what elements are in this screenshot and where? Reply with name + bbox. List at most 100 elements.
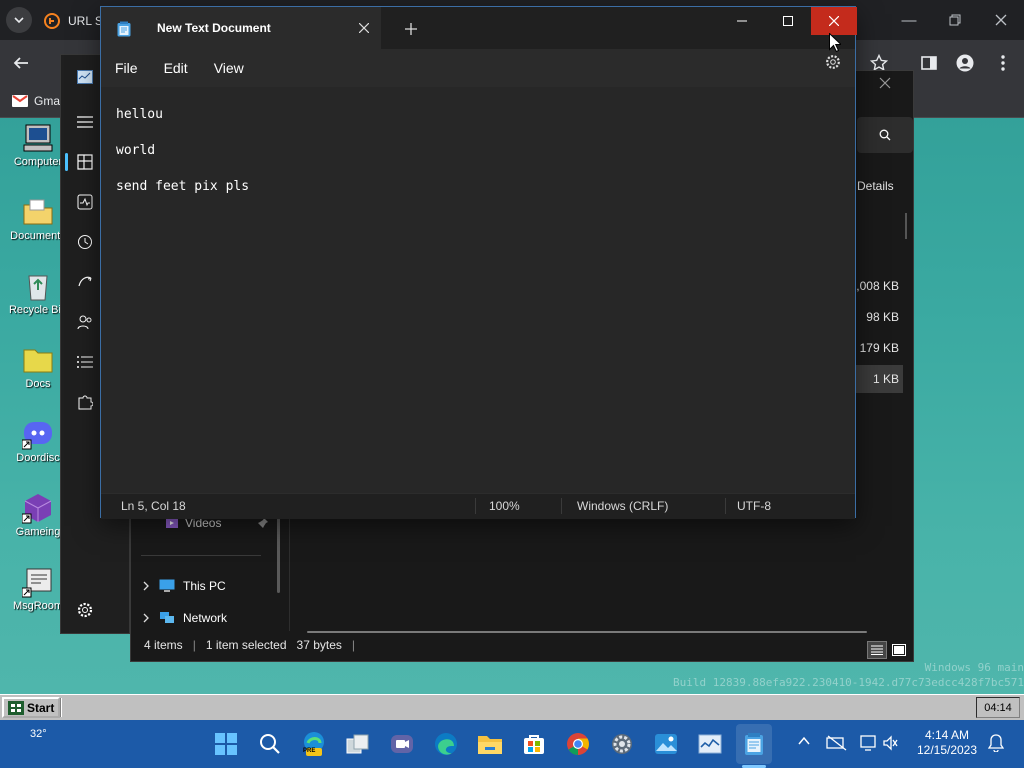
restore-icon [949, 14, 961, 26]
pre-badge: PRE [303, 748, 316, 754]
minimize-icon [737, 20, 747, 22]
notepad-maximize-button[interactable] [765, 7, 811, 35]
encoding[interactable]: UTF-8 [737, 499, 771, 513]
nav-divider [141, 555, 261, 556]
notepad-titlebar[interactable]: New Text Document [101, 7, 857, 49]
more-vertical-icon [1001, 55, 1005, 71]
browser-minimize-button[interactable]: — [886, 0, 932, 40]
menu-view[interactable]: View [214, 60, 244, 76]
menu-file[interactable]: File [115, 60, 138, 76]
tm-startup-button[interactable] [73, 270, 97, 294]
tm-details-button[interactable] [73, 350, 97, 374]
nav-scrollbar[interactable] [277, 517, 280, 593]
taskbar-edge-preview[interactable]: PRE [296, 724, 332, 764]
win96-taskbar: Start 04:14 [0, 694, 1024, 720]
close-icon [829, 16, 839, 26]
taskbar-start-button[interactable] [208, 724, 244, 764]
line-ending[interactable]: Windows (CRLF) [577, 499, 668, 513]
text-line: send feet pix pls [116, 179, 250, 194]
details-button[interactable]: Details [857, 179, 894, 193]
zoom-level[interactable]: 100% [489, 499, 520, 513]
notifications-button[interactable] [988, 734, 1004, 752]
mouse-cursor-icon [829, 33, 841, 52]
browser-close-button[interactable] [978, 0, 1024, 40]
cursor-position: Ln 5, Col 18 [121, 499, 186, 513]
status-bytes: 37 bytes [296, 638, 342, 652]
tm-settings-button[interactable] [73, 598, 97, 622]
desktop-icon-label: Documents [10, 230, 66, 242]
side-panel-icon [921, 56, 937, 70]
tm-services-button[interactable] [73, 390, 97, 414]
weather-temp: 32° [30, 728, 47, 740]
taskbar-store[interactable] [516, 724, 552, 764]
nav-this-pc[interactable]: This PC [141, 579, 226, 593]
task-manager-icon [698, 734, 722, 754]
task-manager-app-icon [73, 65, 97, 89]
tm-performance-button[interactable] [73, 190, 97, 214]
nav-network[interactable]: Network [141, 611, 227, 625]
details-view-button[interactable] [867, 641, 887, 659]
notepad-settings-button[interactable] [825, 54, 841, 70]
tm-processes-button[interactable] [73, 150, 97, 174]
maximize-icon [783, 16, 793, 26]
profile-button[interactable] [956, 54, 974, 72]
win96-clock[interactable]: 04:14 [976, 697, 1020, 718]
weather-widget[interactable]: 32° [10, 728, 47, 756]
tiles-view-button[interactable] [889, 641, 909, 659]
taskbar-chat[interactable] [384, 724, 420, 764]
notepad-minimize-button[interactable] [719, 7, 765, 35]
tm-users-button[interactable] [73, 310, 97, 334]
close-icon [995, 14, 1007, 26]
menu-edit[interactable]: Edit [164, 60, 188, 76]
show-hidden-icons-button[interactable] [798, 736, 810, 746]
browser-tab[interactable]: URL S [44, 8, 104, 34]
users-icon [77, 315, 92, 330]
bookmark-gmail[interactable]: Gma [12, 94, 60, 108]
folder-icon [478, 736, 502, 754]
tray-network-volume[interactable] [860, 734, 900, 752]
bookmark-label: Gma [34, 94, 61, 108]
chrome-icon [567, 733, 589, 755]
taskbar-photos[interactable] [648, 724, 684, 764]
new-tab-button[interactable] [405, 23, 417, 35]
notepad-text-area[interactable]: hellou world send feet pix pls [101, 87, 855, 481]
side-panel-button[interactable] [920, 54, 938, 72]
taskbar-settings[interactable] [604, 724, 640, 764]
taskbar-notepad[interactable] [736, 724, 772, 764]
notepad-app-icon [117, 21, 131, 37]
recycle-bin-icon [28, 275, 48, 301]
tm-history-button[interactable] [73, 230, 97, 254]
back-button[interactable] [12, 54, 30, 72]
status-selected: 1 item selected [205, 638, 287, 652]
taskbar-search-button[interactable] [252, 724, 288, 764]
tab-close-button[interactable] [359, 23, 369, 33]
taskbar-task-manager[interactable] [692, 724, 728, 764]
explorer-close-button[interactable] [879, 77, 891, 89]
site-favicon-icon [44, 13, 60, 29]
taskbar-file-explorer[interactable] [472, 724, 508, 764]
hamburger-menu-button[interactable] [73, 110, 97, 134]
windows-logo-icon [215, 733, 237, 755]
status-divider [561, 498, 562, 514]
taskbar-chrome[interactable] [560, 724, 596, 764]
network-volume-icon [860, 735, 898, 751]
selected-indicator [65, 153, 68, 171]
plus-icon [405, 23, 417, 35]
taskbar-edge[interactable] [428, 724, 464, 764]
details-view-icon [871, 645, 883, 655]
column-scrollbar[interactable] [905, 213, 907, 239]
tab-search-button[interactable] [6, 7, 32, 33]
start-button[interactable]: Start [2, 697, 61, 718]
taskbar-clock[interactable]: 4:14 AM 12/15/2023 [910, 728, 984, 758]
taskbar-task-view[interactable] [340, 724, 376, 764]
gear-icon [826, 55, 840, 69]
notepad-close-button[interactable] [811, 7, 857, 35]
browser-restore-button[interactable] [932, 0, 978, 40]
text-line: hellou [116, 107, 163, 122]
explorer-search-box[interactable] [857, 117, 913, 153]
notepad-tab[interactable]: New Text Document [101, 7, 381, 49]
tray-network-warning[interactable] [826, 734, 848, 752]
browser-menu-button[interactable] [994, 54, 1012, 72]
notepad-icon [745, 733, 763, 755]
notepad-tab-title: New Text Document [157, 21, 271, 35]
